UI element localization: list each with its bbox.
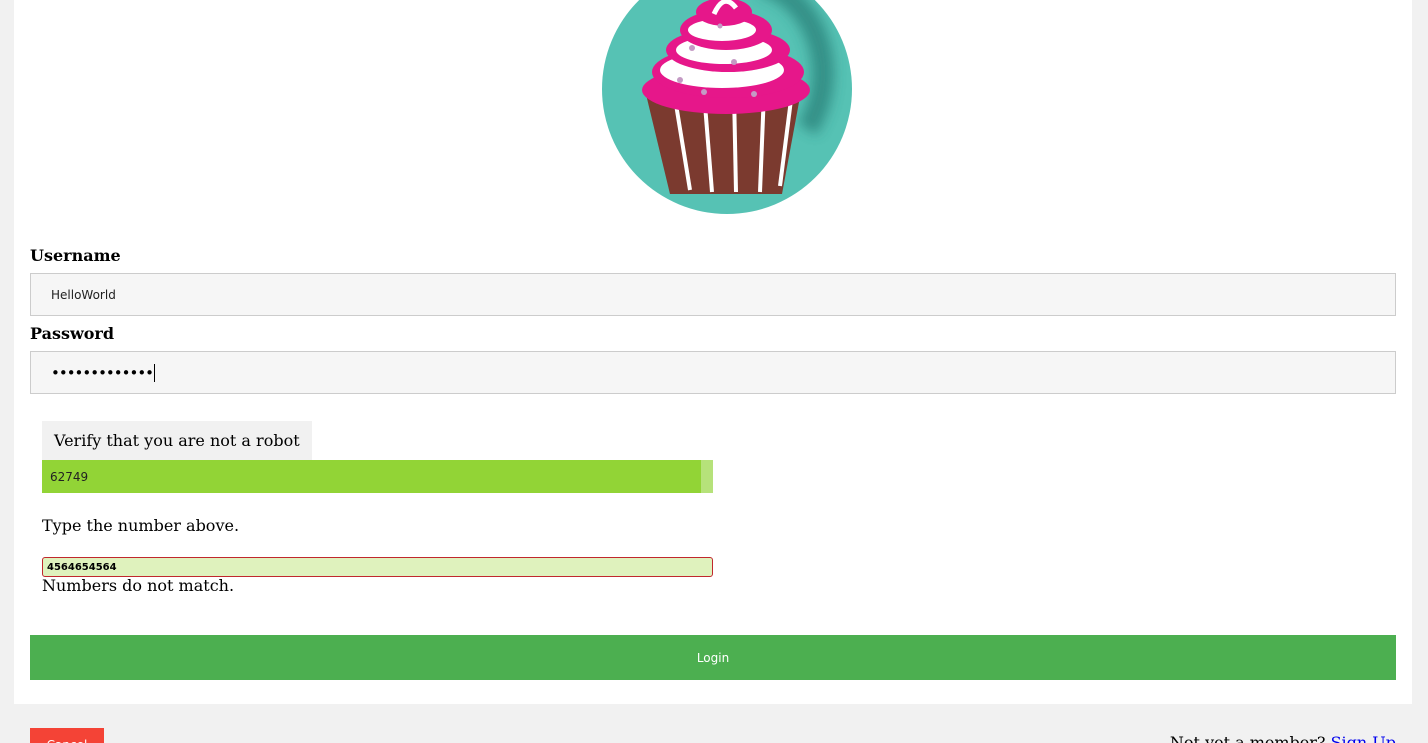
signup-prompt: Not yet a member? Sign Up	[1170, 733, 1396, 743]
login-button[interactable]: Login	[30, 635, 1396, 680]
cancel-button[interactable]: Cancel	[30, 728, 104, 743]
captcha-input-value: 4564654564	[47, 561, 117, 573]
captcha-code-display: 62749	[42, 460, 713, 493]
username-value: HelloWorld	[51, 287, 116, 302]
username-label: Username	[30, 246, 121, 265]
captcha-scroll-edge	[701, 460, 713, 493]
username-input[interactable]: HelloWorld	[30, 273, 1396, 316]
password-value: •••••••••••••	[51, 363, 154, 382]
text-caret	[154, 363, 156, 382]
captcha-title: Verify that you are not a robot	[42, 421, 312, 460]
password-label: Password	[30, 324, 115, 343]
signup-prompt-text: Not yet a member?	[1169, 733, 1326, 743]
signup-link[interactable]: Sign Up	[1331, 733, 1396, 743]
captcha-input[interactable]: 4564654564	[42, 557, 713, 577]
captcha-code: 62749	[50, 469, 89, 484]
page: Username HelloWorld Password •••••••••••…	[0, 0, 1428, 743]
captcha-error-message: Numbers do not match.	[42, 576, 235, 595]
password-input[interactable]: •••••••••••••	[30, 351, 1396, 394]
cupcake-avatar-icon	[602, 0, 852, 214]
captcha-hint: Type the number above.	[42, 516, 240, 535]
